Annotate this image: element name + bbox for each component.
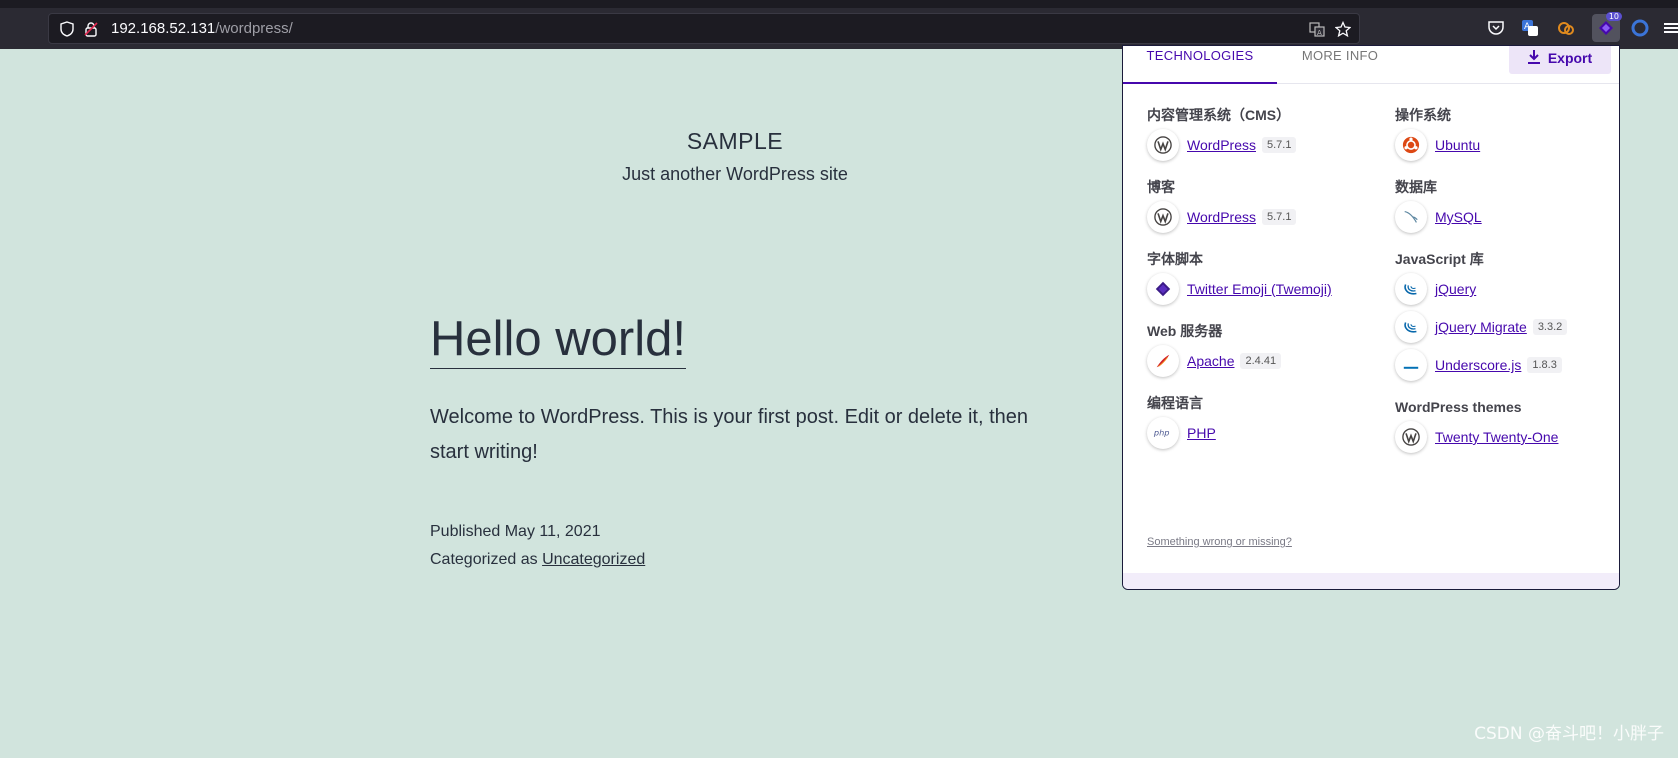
category-title: Web 服务器	[1147, 323, 1223, 339]
tech-category: 编程语言 php PHP	[1147, 392, 1377, 452]
categorized-prefix: Categorized as	[430, 551, 543, 568]
bookmark-star-icon[interactable]	[1334, 20, 1352, 38]
tech-version: 3.3.2	[1532, 319, 1568, 335]
wappalyzer-icon[interactable]: 10	[1592, 12, 1622, 42]
category-title: 编程语言	[1147, 395, 1203, 411]
watermark: CSDN @奋斗吧！小胖子	[1474, 724, 1664, 744]
url-host: 192.168.52.131	[111, 20, 216, 37]
tech-item: jQuery	[1395, 270, 1615, 308]
category-title: 博客	[1147, 179, 1175, 195]
tech-version: 2.4.41	[1240, 353, 1282, 369]
tech-item: Twitter Emoji (Twemoji)	[1147, 270, 1377, 308]
tech-item: Twenty Twenty-One	[1395, 418, 1615, 456]
tech-column-right: 操作系统 Ubuntu 数据库 MySQL JavaScript 库 jQuery jQue…	[1395, 104, 1615, 468]
tech-name-link[interactable]: Underscore.js	[1435, 357, 1521, 373]
mysql-icon	[1395, 201, 1427, 233]
tech-category: Web 服务器 Apache 2.4.41	[1147, 320, 1377, 380]
svg-text:php: php	[1153, 428, 1169, 438]
translate-extension-icon[interactable]: A	[1520, 18, 1540, 38]
tech-column-left: 内容管理系统（CMS） WordPress 5.7.1 博客 WordPress 5.7.…	[1147, 104, 1377, 464]
category-title: WordPress themes	[1395, 399, 1522, 415]
tech-version: 1.8.3	[1527, 357, 1562, 373]
browser-toolbar: 192.168.52.131/wordpress/ A A 10	[0, 8, 1678, 49]
svg-text:A: A	[1317, 29, 1322, 37]
window-titlebar	[0, 0, 1678, 8]
menu-icon[interactable]	[1664, 18, 1678, 38]
url-path: /wordpress/	[215, 20, 293, 37]
jquery-icon	[1395, 273, 1427, 305]
php-icon: php	[1147, 417, 1179, 449]
tech-item: MySQL	[1395, 198, 1615, 236]
popup-tabs: TECHNOLOGIES MORE INFO Export	[1123, 46, 1619, 84]
tab-more-info[interactable]: MORE INFO	[1277, 46, 1403, 84]
post-body: Welcome to WordPress. This is your first…	[430, 406, 1029, 463]
ubuntu-icon	[1395, 129, 1427, 161]
tech-item: WordPress 5.7.1	[1147, 126, 1377, 164]
extension-bee-icon[interactable]	[1556, 18, 1576, 38]
tech-version: 5.7.1	[1261, 209, 1297, 225]
tech-category: WordPress themes Twenty Twenty-One	[1395, 396, 1615, 456]
published-date: Published May 11, 2021	[430, 523, 601, 540]
category-link[interactable]: Uncategorized	[542, 551, 645, 568]
tech-name-link[interactable]: WordPress	[1187, 137, 1256, 153]
tech-item: Underscore.js 1.8.3	[1395, 346, 1615, 384]
pocket-icon[interactable]	[1486, 18, 1506, 38]
extension-circle-icon[interactable]	[1630, 18, 1650, 38]
wordpress-icon	[1147, 129, 1179, 161]
tech-category: 博客 WordPress 5.7.1	[1147, 176, 1377, 236]
post-categories: Categorized as Uncategorized	[430, 546, 645, 574]
tech-name-link[interactable]: Twenty Twenty-One	[1435, 429, 1558, 445]
category-title: 操作系统	[1395, 107, 1451, 123]
category-title: 内容管理系统（CMS）	[1147, 107, 1291, 123]
tech-item: WordPress 5.7.1	[1147, 198, 1377, 236]
insecure-lock-icon[interactable]	[83, 21, 99, 37]
tech-item: php PHP	[1147, 414, 1377, 452]
category-title: JavaScript 库	[1395, 251, 1484, 267]
tech-category: 字体脚本 Twitter Emoji (Twemoji)	[1147, 248, 1377, 308]
tech-category: 操作系统 Ubuntu	[1395, 104, 1615, 164]
wappalyzer-popup: TECHNOLOGIES MORE INFO Export 内容管理系统（CMS…	[1122, 45, 1620, 590]
tech-category: JavaScript 库 jQuery jQuery Migrate 3.3.2 Und…	[1395, 248, 1615, 384]
twemoji-icon	[1147, 273, 1179, 305]
download-icon	[1527, 49, 1540, 67]
tech-name-link[interactable]: WordPress	[1187, 209, 1256, 225]
post-title[interactable]: Hello world!	[430, 310, 686, 369]
shield-icon[interactable]	[59, 21, 75, 37]
tech-name-link[interactable]: Ubuntu	[1435, 137, 1480, 153]
extension-badge: 10	[1605, 12, 1622, 21]
export-label: Export	[1547, 50, 1593, 66]
wordpress-icon	[1395, 421, 1427, 453]
tech-name-link[interactable]: jQuery	[1435, 281, 1476, 297]
tech-name-link[interactable]: PHP	[1187, 425, 1216, 441]
translate-icon[interactable]: A	[1309, 21, 1325, 37]
tech-category: 数据库 MySQL	[1395, 176, 1615, 236]
address-bar[interactable]: 192.168.52.131/wordpress/ A	[48, 13, 1360, 44]
post-meta: Published May 11, 2021 Categorized as Un…	[430, 518, 645, 574]
popup-footer	[1123, 573, 1619, 589]
underscore-icon	[1395, 349, 1427, 381]
jquery-icon	[1395, 311, 1427, 343]
tab-technologies[interactable]: TECHNOLOGIES	[1123, 46, 1277, 84]
tech-name-link[interactable]: jQuery Migrate	[1435, 319, 1527, 335]
category-title: 字体脚本	[1147, 251, 1203, 267]
category-title: 数据库	[1395, 179, 1437, 195]
tech-item: Apache 2.4.41	[1147, 342, 1377, 380]
tech-category: 内容管理系统（CMS） WordPress 5.7.1	[1147, 104, 1377, 164]
tech-item: Ubuntu	[1395, 126, 1615, 164]
tech-name-link[interactable]: MySQL	[1435, 209, 1482, 225]
tech-name-link[interactable]: Twitter Emoji (Twemoji)	[1187, 281, 1332, 297]
tech-version: 5.7.1	[1261, 137, 1297, 153]
tech-name-link[interactable]: Apache	[1187, 353, 1234, 369]
feedback-link[interactable]: Something wrong or missing?	[1147, 536, 1292, 548]
wordpress-icon	[1147, 201, 1179, 233]
url-text[interactable]: 192.168.52.131/wordpress/	[111, 20, 293, 37]
tech-item: jQuery Migrate 3.3.2	[1395, 308, 1615, 346]
export-button[interactable]: Export	[1509, 46, 1611, 74]
apache-icon	[1147, 345, 1179, 377]
